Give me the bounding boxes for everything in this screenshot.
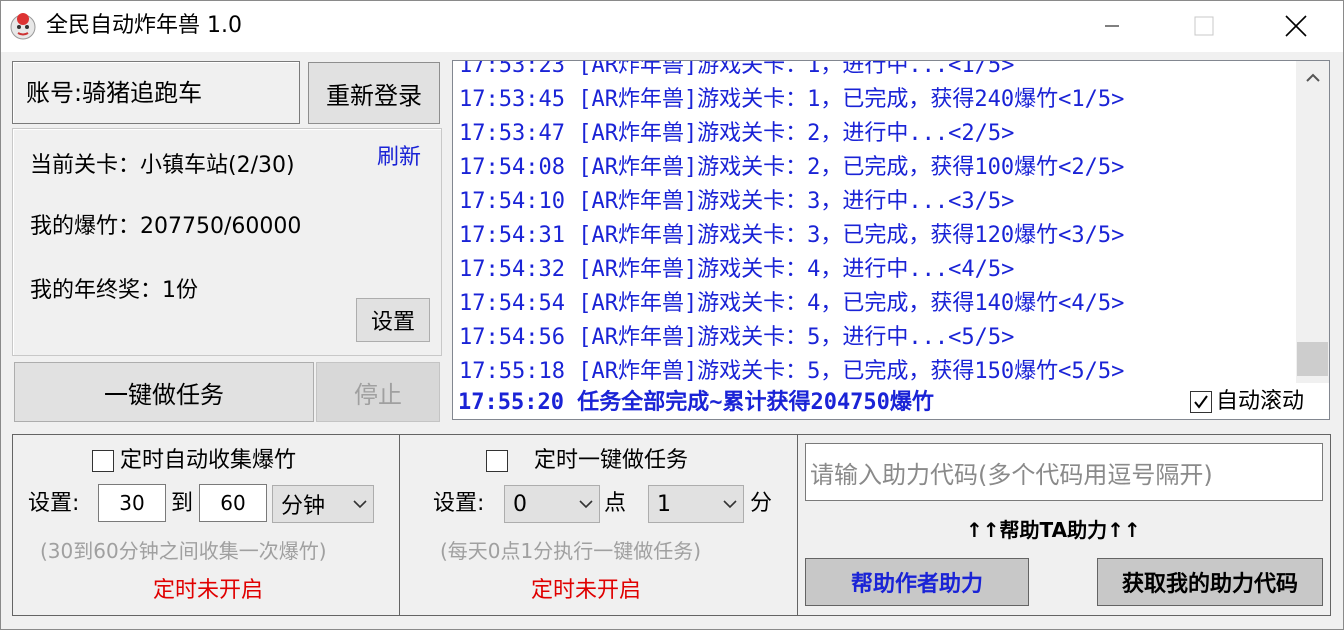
- autoscroll-toggle[interactable]: 自动滚动: [1190, 388, 1305, 416]
- firecracker-count-label: 我的爆竹：207750/60000: [30, 214, 302, 239]
- task-hour-label: 点: [604, 491, 627, 516]
- task-hint: (每天0点1分执行一键做任务): [440, 539, 702, 563]
- collect-hint: (30到60分钟之间收集一次爆竹): [40, 539, 327, 563]
- refresh-link[interactable]: 刷新: [377, 144, 421, 172]
- help-author-button[interactable]: 帮助作者助力: [805, 558, 1029, 606]
- task-settings-label: 设置:: [433, 491, 485, 516]
- bonus-label: 我的年终奖：1份: [30, 278, 198, 303]
- log-line: 17:54:54 [AR炸年兽]游戏关卡：4，已完成，获得140爆竹<4/5>: [459, 291, 1125, 316]
- collect-from-input[interactable]: 30: [98, 484, 166, 522]
- chevron-down-icon: [579, 500, 593, 509]
- collect-unit-value: 分钟: [281, 494, 326, 519]
- help-code-input[interactable]: 请输入助力代码(多个代码用逗号隔开): [805, 443, 1323, 501]
- maximize-icon: [1194, 16, 1214, 36]
- minimize-button[interactable]: [1066, 0, 1158, 52]
- current-level-label: 当前关卡：小镇车站(2/30): [30, 153, 295, 178]
- collect-unit-select[interactable]: 分钟: [272, 485, 374, 523]
- log-line: 17:53:45 [AR炸年兽]游戏关卡：1，已完成，获得240爆竹<1/5>: [459, 87, 1125, 112]
- minimize-icon: [1105, 25, 1119, 27]
- timer-task-checkbox[interactable]: [486, 450, 508, 472]
- close-button[interactable]: [1250, 0, 1342, 52]
- scroll-thumb[interactable]: [1297, 342, 1328, 376]
- log-line: 17:53:23 [AR炸年兽]游戏关卡：1，进行中...<1/5>: [459, 60, 1015, 78]
- log-line: 17:54:31 [AR炸年兽]游戏关卡：3，已完成，获得120爆竹<3/5>: [459, 223, 1125, 248]
- task-status: 定时未开启: [531, 578, 642, 603]
- checkmark-icon: [1194, 395, 1208, 409]
- get-my-code-button[interactable]: 获取我的助力代码: [1097, 558, 1323, 606]
- collect-to-input[interactable]: 60: [199, 484, 267, 522]
- help-ta-label: ↑↑帮助TA助力↑↑: [966, 518, 1141, 542]
- task-minute-select[interactable]: 1: [648, 485, 744, 523]
- stop-button: 停止: [316, 362, 440, 422]
- log-line: 17:54:32 [AR炸年兽]游戏关卡：4，进行中...<4/5>: [459, 257, 1015, 282]
- collect-status: 定时未开启: [153, 578, 264, 603]
- log-scrollbar[interactable]: [1296, 61, 1329, 383]
- relogin-button[interactable]: 重新登录: [308, 62, 440, 124]
- collect-to-label: 到: [171, 491, 194, 516]
- log-pane[interactable]: 17:53:23 [AR炸年兽]游戏关卡：1，进行中...<1/5> 17:53:…: [452, 60, 1330, 420]
- close-icon: [1285, 15, 1307, 37]
- chevron-down-icon: [723, 500, 737, 509]
- log-line: 17:53:47 [AR炸年兽]游戏关卡：2，进行中...<2/5>: [459, 121, 1015, 146]
- timer-collect-checkbox[interactable]: [92, 450, 114, 472]
- log-line: 17:55:18 [AR炸年兽]游戏关卡：5，已完成，获得150爆竹<5/5>: [459, 359, 1125, 384]
- log-list: 17:53:23 [AR炸年兽]游戏关卡：1，进行中...<1/5> 17:53:…: [459, 60, 1295, 389]
- autoscroll-label: 自动滚动: [1216, 389, 1305, 414]
- task-minute-label: 分: [750, 491, 773, 516]
- maximize-button: [1158, 0, 1250, 52]
- log-line: 17:54:08 [AR炸年兽]游戏关卡：2，已完成，获得100爆竹<2/5>: [459, 155, 1125, 180]
- collect-settings-label: 设置:: [28, 491, 80, 516]
- timer-task-toggle[interactable]: 定时一键做任务: [486, 447, 688, 475]
- timer-collect-label: 定时自动收集爆竹: [120, 448, 297, 473]
- chevron-up-icon: [1305, 73, 1320, 82]
- scroll-up-button[interactable]: [1296, 61, 1329, 95]
- account-label: 账号:骑猪追跑车: [26, 79, 203, 107]
- settings-button[interactable]: 设置: [356, 298, 430, 342]
- task-hour-value: 0: [513, 491, 527, 517]
- log-line: 17:54:10 [AR炸年兽]游戏关卡：3，进行中...<3/5>: [459, 189, 1015, 214]
- task-hour-select[interactable]: 0: [504, 485, 600, 523]
- window-title: 全民自动炸年兽 1.0: [46, 13, 242, 38]
- chevron-down-icon: [353, 500, 367, 509]
- log-final-line: 17:55:20 任务全部完成~累计获得204750爆竹: [458, 390, 934, 415]
- app-logo-icon: [8, 11, 38, 41]
- timer-task-label: 定时一键做任务: [534, 448, 689, 473]
- task-minute-value: 1: [657, 491, 671, 517]
- timer-collect-toggle[interactable]: 定时自动收集爆竹: [92, 447, 296, 475]
- onekey-task-button[interactable]: 一键做任务: [14, 362, 314, 422]
- autoscroll-checkbox[interactable]: [1190, 391, 1212, 413]
- log-line: 17:54:56 [AR炸年兽]游戏关卡：5，进行中...<5/5>: [459, 325, 1015, 350]
